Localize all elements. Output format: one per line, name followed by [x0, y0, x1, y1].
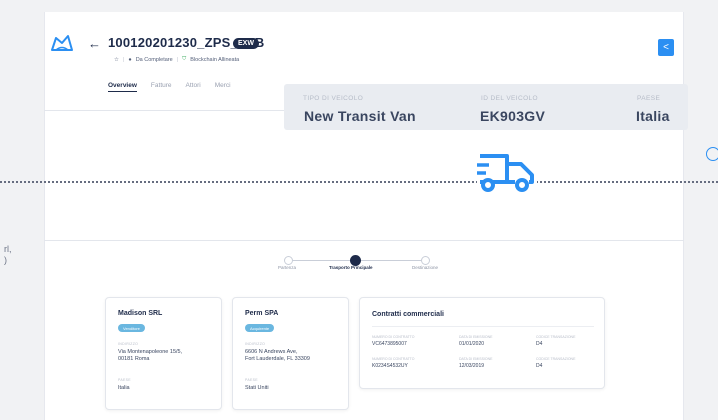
left-fragment-line: ) — [4, 255, 7, 265]
party-card-seller[interactable]: Madison SRL Venditore INDIRIZZO Via Mont… — [105, 297, 222, 410]
role-badge: Venditore — [118, 324, 145, 332]
step-dot-destinazione[interactable] — [421, 256, 430, 265]
truck-icon — [477, 148, 537, 194]
country-label: PAESE — [245, 378, 258, 382]
country-value: Stati Uniti — [245, 385, 269, 391]
contracts-title: Contratti commerciali — [372, 311, 444, 318]
blockchain-icon: ⛉ — [182, 56, 187, 62]
contract-date: 01/01/2020 — [459, 341, 485, 347]
address-line: Via Montenapoleone 15/5, — [118, 349, 183, 355]
vehicle-id-label: ID DEL VEICOLO — [481, 95, 539, 102]
contract-date-label: DATA DI EMISSIONE — [459, 357, 493, 361]
tab-bar: Overview Fatture Attori Merci — [108, 82, 231, 92]
address-line: Fort Lauderdale, FL 33309 — [245, 356, 310, 362]
separator: | — [176, 56, 179, 63]
role-badge: Acquirente — [245, 324, 275, 332]
step-dot-partenza[interactable] — [284, 256, 293, 265]
party-name: Madison SRL — [118, 310, 163, 317]
party-name: Perm SPA — [245, 310, 279, 317]
separator: | — [122, 56, 125, 63]
country-value: Italia — [118, 385, 130, 391]
divider — [44, 240, 684, 241]
star-icon[interactable]: ☆ — [114, 57, 119, 63]
left-fragment-line: rl, — [4, 244, 12, 254]
vehicle-country-label: PAESE — [637, 95, 661, 102]
blockchain-status: Blockchain Allineata — [190, 56, 240, 63]
party-card-buyer[interactable]: Perm SPA Acquirente INDIRIZZO 6606 N And… — [232, 297, 349, 410]
left-text-fragment: rl, ) — [4, 244, 12, 266]
country-label: PAESE — [118, 378, 131, 382]
step-label-trasporto: Trasporto Principale — [329, 265, 373, 270]
step-label-partenza: Partenza — [278, 265, 297, 270]
contract-number-label: NUMERO DI CONTRATTO — [372, 357, 415, 361]
vehicle-info-panel: TIPO DI VEICOLO New Transit Van ID DEL V… — [284, 84, 688, 130]
transaction-code: D4 — [536, 341, 543, 347]
address-label: INDIRIZZO — [245, 342, 266, 346]
tab-attori[interactable]: Attori — [186, 82, 201, 92]
address-line: 00181 Roma — [118, 356, 150, 362]
tab-merci[interactable]: Merci — [215, 82, 231, 92]
status-dot-icon: ● — [128, 56, 132, 63]
collapse-panel-button[interactable]: < — [658, 39, 674, 56]
side-toggle-icon[interactable] — [706, 147, 718, 161]
contract-date-label: DATA DI EMISSIONE — [459, 335, 493, 339]
address-label: INDIRIZZO — [118, 342, 139, 346]
vehicle-country-value: Italia — [636, 108, 670, 124]
transaction-code: D4 — [536, 363, 543, 369]
address-line: 6606 N Andrews Ave, — [245, 349, 298, 355]
logo-icon — [51, 35, 73, 51]
status-row: ☆ | ● Da Completare | ⛉ Blockchain Allin… — [114, 56, 239, 63]
contract-number[interactable]: K0234S4532UY — [372, 363, 408, 369]
route-dotted-line — [0, 181, 718, 183]
incoterm-badge: EXW — [233, 38, 259, 49]
status-text: Da Completare — [135, 56, 173, 63]
contracts-card: Contratti commerciali NUMERO DI CONTRATT… — [359, 297, 605, 389]
vehicle-id-value: EK903GV — [480, 108, 546, 124]
tab-fatture[interactable]: Fatture — [151, 82, 172, 92]
contract-number[interactable]: VC6473895007 — [372, 341, 407, 347]
step-label-destinazione: Destinazione — [412, 265, 439, 270]
divider — [372, 326, 594, 327]
contract-date: 12/03/2019 — [459, 363, 485, 369]
contract-number-label: NUMERO DI CONTRATTO — [372, 335, 415, 339]
transaction-code-label: CODICE TRANSAZIONE — [536, 335, 576, 339]
tab-overview[interactable]: Overview — [108, 82, 137, 92]
back-arrow-icon[interactable]: ← — [88, 36, 101, 51]
transaction-code-label: CODICE TRANSAZIONE — [536, 357, 576, 361]
vehicle-type-label: TIPO DI VEICOLO — [303, 95, 364, 102]
shipment-detail-page: ← 100120201230_ZPS_ELB EXW ☆ | ● Da Comp… — [0, 0, 718, 420]
progress-stepper — [284, 255, 430, 285]
vehicle-type-value: New Transit Van — [304, 108, 416, 124]
